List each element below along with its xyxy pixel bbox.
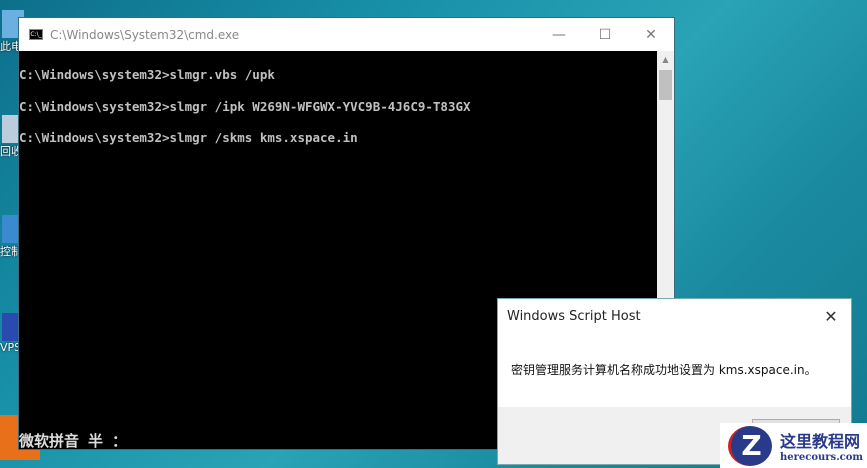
console-line: C:\Windows\system32>slmgr /ipk W269N-WFG… bbox=[19, 98, 471, 114]
window-title: C:\Windows\System32\cmd.exe bbox=[50, 27, 240, 42]
cmd-icon: C:\_ bbox=[29, 29, 43, 40]
console-line: C:\Windows\system32>slmgr /skms kms.xspa… bbox=[19, 130, 358, 145]
scroll-up-icon[interactable]: ▲ bbox=[657, 51, 674, 68]
watermark-name: 这里教程网 bbox=[780, 432, 861, 451]
maximize-button[interactable]: ☐ bbox=[582, 27, 628, 43]
dialog-close-icon[interactable]: ✕ bbox=[811, 307, 851, 326]
watermark: Z 这里教程网 herecours.com bbox=[720, 423, 867, 468]
watermark-url: herecours.com bbox=[780, 452, 864, 463]
dialog-title: Windows Script Host bbox=[507, 308, 641, 324]
console-line: C:\Windows\system32>slmgr.vbs /upk bbox=[19, 67, 275, 82]
dialog-message: 密钥管理服务计算机名称成功地设置为 kms.xspace.in。 bbox=[511, 363, 817, 377]
close-button[interactable]: ✕ bbox=[628, 27, 674, 43]
watermark-logo-icon: Z bbox=[728, 425, 772, 466]
minimize-button[interactable]: — bbox=[536, 27, 582, 43]
title-bar[interactable]: C:\_ C:\Windows\System32\cmd.exe — ☐ ✕ bbox=[19, 18, 674, 51]
scroll-thumb[interactable] bbox=[659, 70, 672, 100]
ime-status: 微软拼音 半 ： bbox=[19, 432, 128, 450]
